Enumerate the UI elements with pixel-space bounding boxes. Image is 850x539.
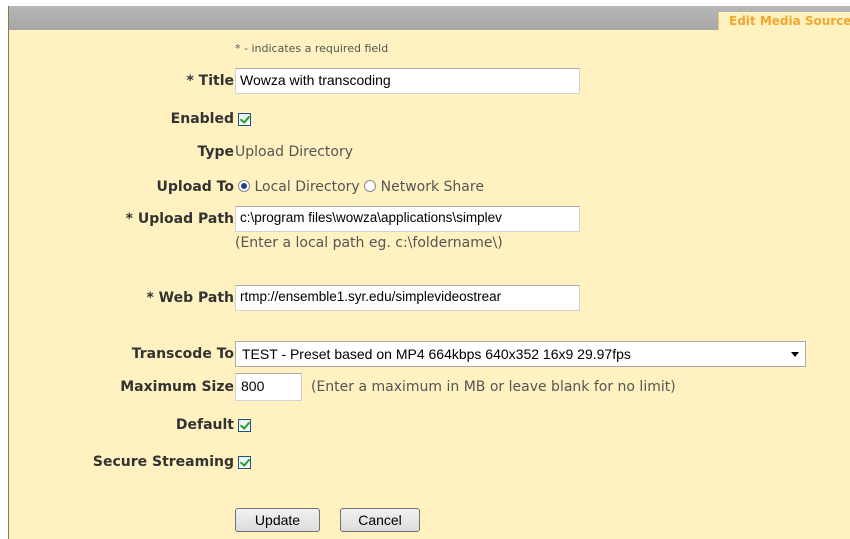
web-path-input[interactable]: rtmp://ensemble1.syr.edu/simplevideostre…	[235, 285, 580, 311]
upload-path-hint: (Enter a local path eg. c:\foldername\)	[235, 235, 503, 251]
required-field-note: * - indicates a required field	[235, 42, 389, 55]
edit-media-source-panel: Edit Media Source * - indicates a requir…	[8, 6, 850, 539]
network-share-radio[interactable]	[364, 180, 377, 192]
title-label: * Title	[186, 73, 234, 89]
transcode-to-label: Transcode To	[131, 346, 234, 362]
type-label: Type	[197, 144, 234, 160]
type-value: Upload Directory	[235, 144, 354, 160]
transcode-to-select[interactable]: TEST - Preset based on MP4 664kbps 640x3…	[235, 341, 806, 367]
enabled-label: Enabled	[170, 111, 234, 127]
upload-path-label: * Upload Path	[125, 211, 234, 227]
local-directory-radio[interactable]	[238, 180, 250, 192]
maximum-size-input[interactable]: 800	[235, 373, 302, 401]
default-label: Default	[175, 417, 234, 433]
maximum-size-label: Maximum Size	[120, 379, 234, 395]
cancel-button[interactable]: Cancel	[340, 508, 420, 532]
local-directory-label: Local Directory	[254, 179, 360, 195]
upload-to-label: Upload To	[156, 179, 234, 195]
title-input[interactable]: Wowza with transcoding	[235, 68, 580, 94]
maximum-size-hint: (Enter a maximum in MB or leave blank fo…	[311, 379, 676, 395]
tab-edit-media-source[interactable]: Edit Media Source	[718, 12, 850, 30]
enabled-checkbox[interactable]	[238, 113, 251, 126]
default-checkbox[interactable]	[238, 419, 251, 432]
transcode-to-value: TEST - Preset based on MP4 664kbps 640x3…	[242, 346, 631, 362]
secure-streaming-label: Secure Streaming	[92, 454, 234, 470]
web-path-label: * Web Path	[146, 290, 234, 306]
secure-streaming-checkbox[interactable]	[238, 456, 251, 469]
update-button[interactable]: Update	[235, 508, 320, 532]
upload-path-input[interactable]: c:\program files\wowza\applications\simp…	[235, 206, 580, 232]
network-share-label: Network Share	[380, 179, 484, 195]
chevron-down-icon	[791, 352, 799, 357]
